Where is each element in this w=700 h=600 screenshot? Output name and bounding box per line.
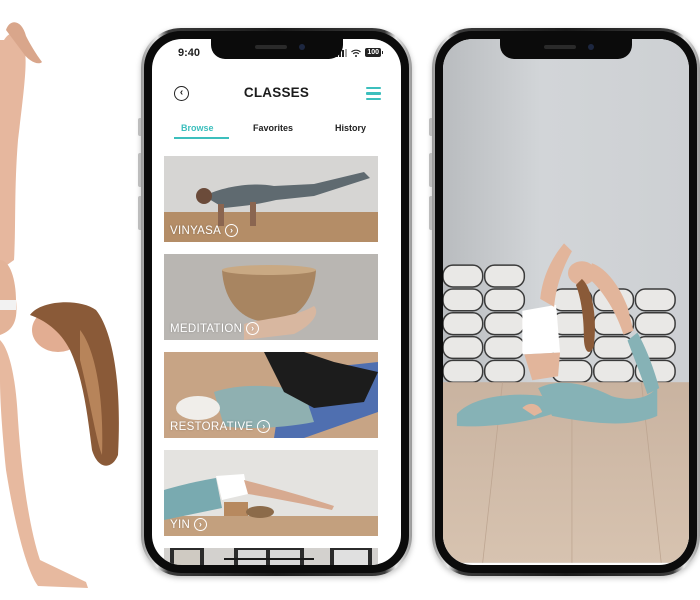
phone-mute-switch (138, 118, 141, 136)
chevron-right-circle-icon: › (225, 224, 239, 237)
class-label-vinyasa: VINYASA › (170, 224, 239, 237)
class-card-yin[interactable]: YIN › (164, 450, 378, 536)
battery-icon: 100 (365, 48, 383, 57)
class-name: RESTORATIVE (170, 420, 254, 433)
phone-notch (210, 39, 343, 59)
class-list: VINYASA › MEDITATION › RESTORATIVE › YIN… (164, 156, 389, 565)
page-title: CLASSES (243, 85, 310, 100)
tab-bar: Browse Favorites History (152, 123, 401, 145)
class-name: MEDITATION (170, 322, 243, 335)
hamburger-menu-icon (366, 87, 381, 90)
chevron-right-circle-icon: › (257, 420, 271, 433)
menu-button[interactable] (366, 87, 381, 100)
yoga-pose-photo (443, 39, 689, 563)
tab-favorites[interactable]: Favorites (253, 123, 293, 133)
model-photo-handstand (0, 22, 119, 588)
class-label-meditation: MEDITATION › (170, 322, 260, 335)
phone-volume-down (429, 196, 432, 230)
tab-history[interactable]: History (335, 123, 366, 133)
app-screen: 9:40 100 ‹ CLASSES Browse Favorites Hist… (152, 39, 401, 565)
active-tab-indicator (174, 137, 229, 139)
phone-volume-up (429, 153, 432, 187)
class-card-meditation[interactable]: MEDITATION › (164, 254, 378, 340)
class-card-vinyasa[interactable]: VINYASA › (164, 156, 378, 242)
class-name: YIN (170, 518, 191, 531)
class-label-restorative: RESTORATIVE › (170, 420, 271, 433)
tab-browse[interactable]: Browse (181, 123, 214, 133)
photo-screen (443, 39, 689, 565)
phone-frame-photo (429, 28, 700, 576)
phone-frame-app: 9:40 100 ‹ CLASSES Browse Favorites Hist… (138, 28, 412, 576)
class-card-next-partial[interactable] (164, 548, 378, 565)
phone-volume-down (138, 196, 141, 230)
phone-volume-up (138, 153, 141, 187)
wifi-icon (351, 49, 362, 57)
status-time: 9:40 (178, 47, 201, 59)
next-class-photo (164, 548, 378, 565)
chevron-right-circle-icon: › (194, 518, 208, 531)
class-name: VINYASA (170, 224, 222, 237)
class-label-yin: YIN › (170, 518, 208, 531)
class-card-restorative[interactable]: RESTORATIVE › (164, 352, 378, 438)
phone-mute-switch (429, 118, 432, 136)
chevron-right-circle-icon: › (246, 322, 260, 335)
app-header: ‹ CLASSES (152, 79, 401, 109)
phone-notch (500, 39, 632, 59)
